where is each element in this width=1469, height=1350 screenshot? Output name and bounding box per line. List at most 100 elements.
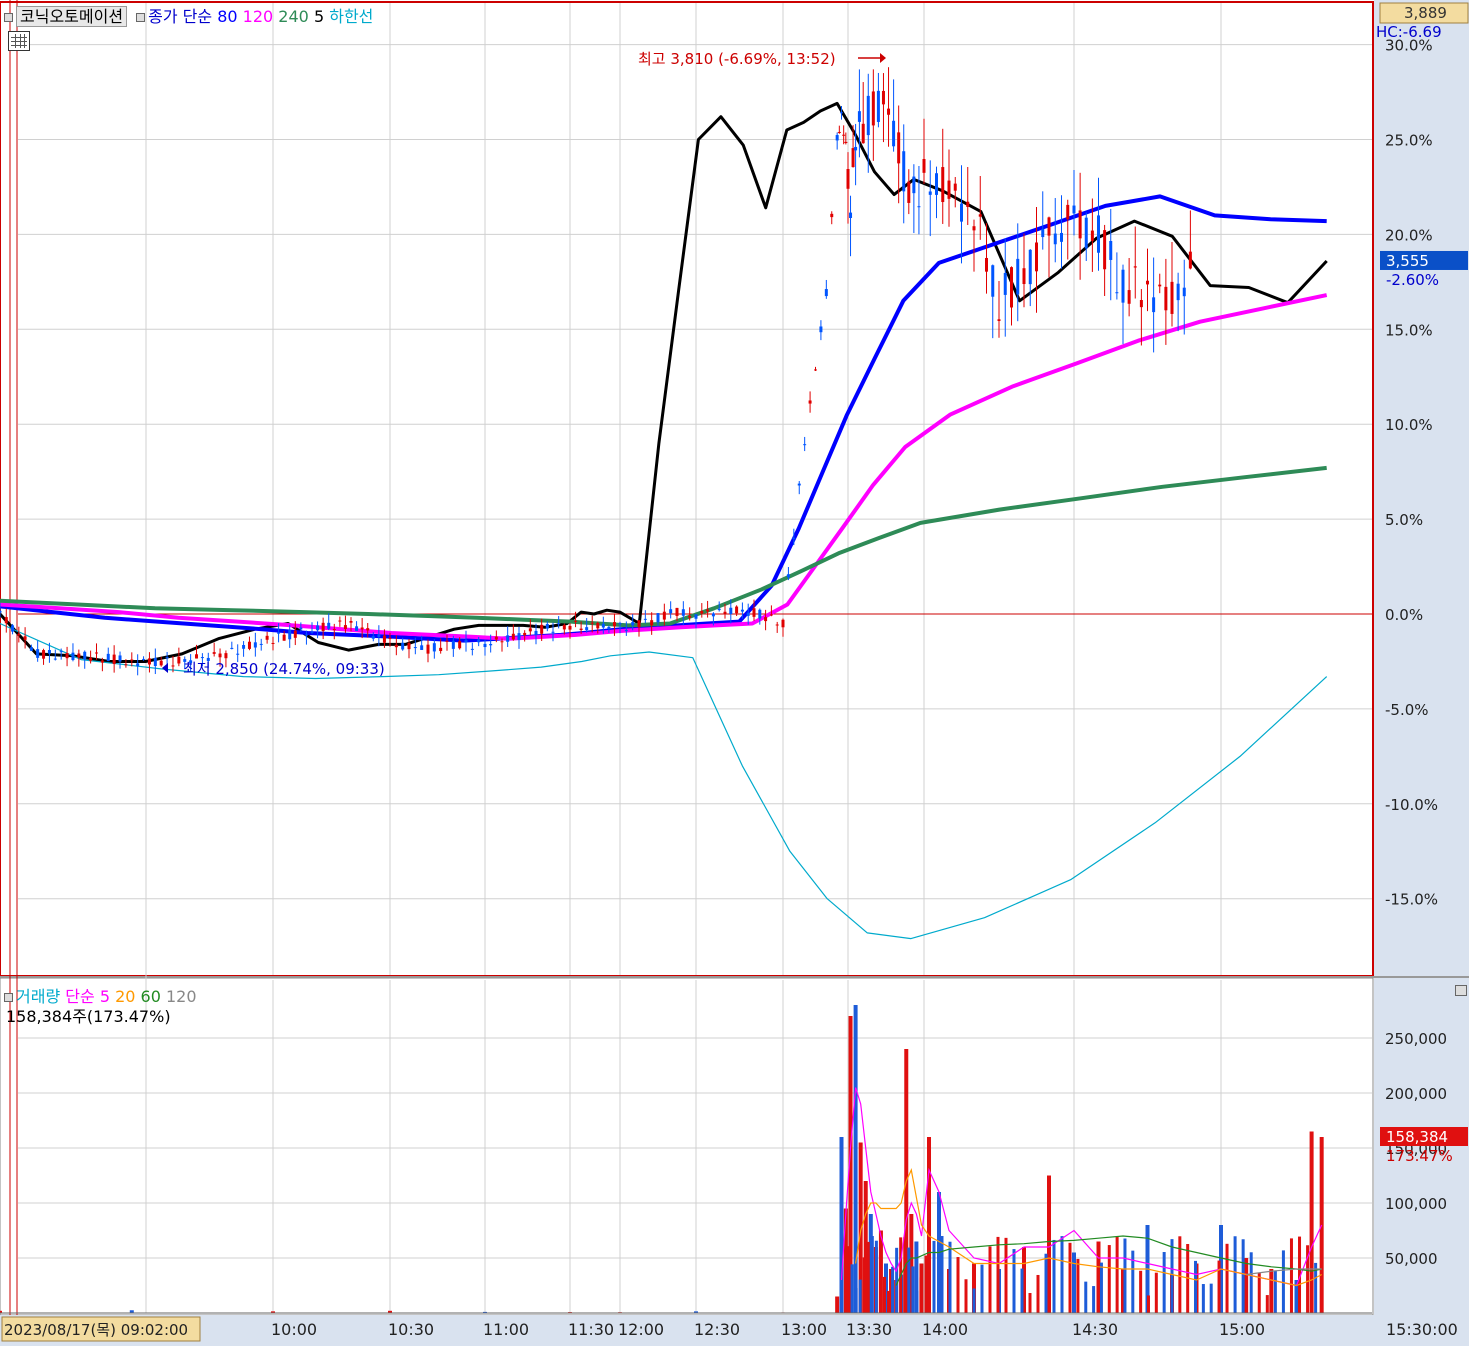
candle-body — [59, 651, 63, 653]
volume-bar-minor — [862, 1257, 866, 1313]
candle-body — [445, 640, 449, 642]
current-price-value: 3,889 — [1404, 4, 1447, 22]
candle-body — [142, 658, 146, 660]
time-axis-tick-label: 13:30 — [846, 1320, 892, 1339]
candle-body — [377, 634, 381, 637]
candle-body — [439, 647, 443, 652]
candle-body — [1121, 269, 1125, 303]
candle-body — [612, 622, 616, 627]
candle-body — [871, 91, 875, 126]
volume-bar — [839, 1137, 844, 1313]
candle-body — [271, 642, 275, 644]
calendar-icon[interactable] — [8, 31, 30, 51]
volume-bar-minor — [854, 1288, 858, 1313]
candle-body — [265, 635, 269, 640]
candle-body — [803, 444, 807, 446]
candle-body — [912, 176, 916, 194]
minimize-button[interactable] — [1455, 985, 1467, 996]
volume-bar-minor — [1020, 1268, 1024, 1313]
candle-body — [922, 158, 926, 173]
time-axis-tick-label: 15:00 — [1219, 1320, 1265, 1339]
candle-body — [694, 614, 698, 619]
volume-bar-minor — [1036, 1274, 1040, 1313]
candle-body — [1176, 283, 1180, 301]
candle-body — [792, 537, 796, 539]
volume-bar-minor — [915, 1290, 919, 1313]
volume-bar-minor — [1123, 1238, 1127, 1313]
candle-body — [1060, 232, 1063, 242]
candle-body — [1127, 290, 1131, 304]
hc-label: HC:-6.69 — [1376, 23, 1442, 41]
candle-body — [1084, 217, 1088, 249]
candle-body — [758, 609, 762, 619]
candle-body — [688, 615, 692, 618]
volume-bar-minor — [903, 1237, 907, 1313]
candle-body — [675, 607, 679, 616]
candle-body — [366, 628, 370, 631]
volume-bar-minor — [866, 1241, 870, 1313]
candle-body — [11, 625, 15, 632]
volume-bar-minor — [1084, 1281, 1088, 1313]
volume-bar-minor — [1249, 1252, 1253, 1313]
volume-bar — [1244, 1258, 1249, 1313]
candle-body — [972, 226, 976, 231]
chart-stage: 최고 3,810 (-6.69%, 13:52) 최저 2,850 (24.74%… — [0, 0, 1469, 1346]
candle-body — [65, 653, 69, 659]
candle-body — [293, 630, 297, 638]
candle-body — [669, 609, 673, 614]
volume-bar — [1096, 1241, 1101, 1313]
price-axis-tick-label: 10.0% — [1385, 416, 1433, 434]
candle-body — [177, 656, 181, 664]
candle-body — [23, 636, 27, 640]
candle-body — [568, 625, 572, 630]
candle-body — [332, 628, 336, 631]
candle-body — [840, 112, 843, 114]
candle-body — [1097, 215, 1100, 253]
stock-name[interactable]: 코닉오토메이션 — [16, 6, 128, 27]
volume-bar-minor — [887, 1290, 891, 1313]
volume-panel-frame — [0, 977, 1374, 1316]
candle-body — [607, 626, 611, 629]
indicator-label: 종가 단순 — [148, 7, 213, 26]
volume-bar-minor — [988, 1246, 992, 1313]
candle-body — [327, 622, 331, 629]
candle-body — [528, 628, 532, 632]
time-axis-tick-label: 10:30 — [388, 1320, 434, 1339]
volume-bar — [1047, 1175, 1051, 1313]
candle-body — [740, 609, 744, 612]
volume-bar-minor — [1209, 1283, 1213, 1313]
candle-body — [47, 650, 51, 654]
volume-bar-minor — [924, 1255, 928, 1313]
volume-bar — [927, 1137, 931, 1313]
volume-bar-minor — [1233, 1236, 1237, 1313]
volume-bar — [853, 1005, 858, 1313]
volume-bar-minor — [1289, 1238, 1293, 1313]
candle-body — [388, 637, 392, 639]
collapse-square-icon[interactable] — [4, 13, 13, 22]
candle-body — [1109, 241, 1113, 260]
candle-body — [382, 635, 386, 643]
volume-bar-minor — [1273, 1270, 1277, 1313]
volume-bar-minor — [980, 1264, 984, 1313]
candle-body — [477, 639, 481, 643]
candle-body — [941, 167, 945, 203]
candle-body — [752, 608, 756, 617]
candle-body — [947, 180, 951, 199]
candle-body — [854, 146, 858, 151]
candle-body — [966, 201, 970, 207]
candle-body — [83, 651, 87, 660]
volume-bar-minor — [1068, 1242, 1072, 1313]
volume-square-icon[interactable] — [4, 993, 13, 1002]
indicator-square-icon[interactable] — [136, 13, 146, 22]
candle-body — [200, 657, 204, 659]
candle-body — [637, 620, 641, 628]
candle-body — [1028, 249, 1032, 285]
volume-bar-minor — [1092, 1286, 1096, 1313]
time-axis-tick-label: 13:00 — [781, 1320, 827, 1339]
volume-bar-minor — [850, 1264, 854, 1313]
price-axis-tick-label: -15.0% — [1385, 891, 1438, 909]
volume-bar — [1309, 1131, 1314, 1313]
candle-body — [299, 627, 303, 630]
candle-body — [426, 644, 430, 654]
candle-body — [579, 628, 583, 631]
